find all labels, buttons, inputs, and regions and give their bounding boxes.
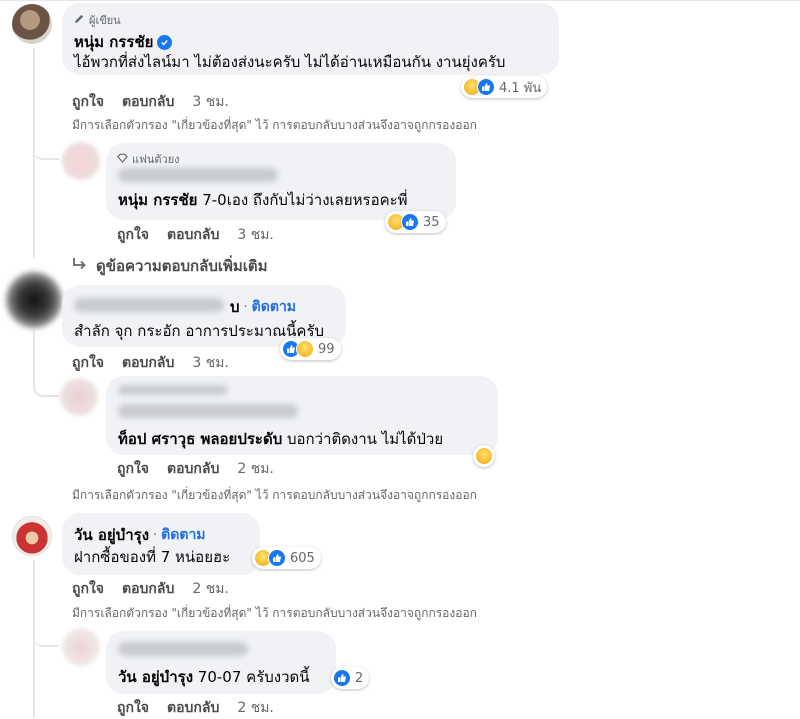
- separator-dot: ·: [243, 299, 248, 315]
- comment-text-body: 7-0เอง ถึงกับไม่ว่างเลยหรอคะพี่: [197, 191, 408, 209]
- filter-note: มีการเลือกตัวกรอง "เกี่ยวข้องที่สุด" ไว้…: [72, 488, 477, 502]
- comment-actions: ถูกใจ ตอบกลับ 3 ชม.: [72, 352, 247, 374]
- reply-button[interactable]: ตอบกลับ: [167, 224, 219, 246]
- view-more-label[interactable]: ดูข้อความตอบกลับเพิ่มเติม: [96, 254, 268, 278]
- commenter-name[interactable]: บ · ติดตาม: [230, 295, 296, 319]
- comment-text-body: 70-07 ครับงวดนี้: [193, 668, 310, 686]
- avatar-commenter[interactable]: [62, 628, 100, 666]
- comment-text: ท็อป ศราวุธ พลอยประดับ บอกว่าติดงาน ไม่ไ…: [118, 427, 443, 451]
- commenter-name-text[interactable]: บ: [230, 295, 240, 319]
- comment-actions: ถูกใจ ตอบกลับ 2 ชม.: [117, 458, 292, 480]
- comment-text: หนุ่ม กรรชัย 7-0เอง ถึงกับไม่ว่างเลยหรอค…: [118, 188, 408, 212]
- diamond-icon: [117, 153, 128, 166]
- like-button[interactable]: ถูกใจ: [72, 578, 104, 600]
- reply-arrow-icon: [72, 257, 88, 275]
- reply-button[interactable]: ตอบกลับ: [122, 352, 174, 374]
- avatar-commenter[interactable]: [12, 516, 52, 556]
- reply-button[interactable]: ตอบกลับ: [167, 697, 219, 719]
- commenter-name-text[interactable]: วัน อยู่บำรุง: [74, 523, 149, 547]
- comment-text-body: บอกว่าติดงาน ไม่ได้ป่วย: [282, 430, 444, 448]
- reaction-summary[interactable]: 35: [385, 211, 446, 233]
- mention-link[interactable]: วัน อยู่บำรุง: [118, 668, 193, 686]
- view-more-replies-button[interactable]: ดูข้อความตอบกลับเพิ่มเติม: [72, 254, 268, 278]
- thread-hook: [33, 625, 59, 647]
- like-reaction-icon: [477, 78, 495, 96]
- avatar-commenter[interactable]: [60, 378, 98, 416]
- comment-actions: ถูกใจ ตอบกลับ 2 ชม.: [72, 578, 247, 600]
- comment-actions: ถูกใจ ตอบกลับ 3 ชม.: [117, 224, 292, 246]
- fan-badge: แฟนตัวยง: [117, 150, 180, 168]
- timestamp[interactable]: 3 ชม.: [237, 224, 274, 246]
- redacted-name: [118, 385, 228, 395]
- mention-link[interactable]: ท็อป ศราวุธ พลอยประดับ: [118, 430, 282, 448]
- redacted-name: [118, 168, 278, 182]
- reaction-summary[interactable]: [473, 445, 495, 467]
- verified-badge-icon: [157, 34, 173, 50]
- commenter-name[interactable]: วัน อยู่บำรุง · ติดตาม: [74, 523, 206, 547]
- reaction-summary[interactable]: 605: [252, 547, 321, 569]
- separator-dot: ·: [153, 527, 158, 543]
- reaction-count: 2: [355, 670, 364, 686]
- reaction-summary[interactable]: 4.1 พัน: [461, 76, 548, 98]
- reply-button[interactable]: ตอบกลับ: [122, 91, 174, 113]
- reaction-summary[interactable]: 99: [280, 338, 341, 360]
- reaction-count: 4.1 พัน: [499, 80, 542, 96]
- reply-button[interactable]: ตอบกลับ: [122, 578, 174, 600]
- comment-text: ไอ้พวกที่ส่งไลน์มา ไม่ต้องส่งนะครับ ไม่ไ…: [74, 53, 506, 71]
- follow-link[interactable]: ติดตาม: [252, 296, 296, 318]
- badge-label: แฟนตัวยง: [132, 153, 180, 166]
- timestamp[interactable]: 2 ชม.: [192, 578, 229, 600]
- reaction-summary[interactable]: 2: [331, 667, 370, 689]
- reaction-count: 99: [318, 341, 335, 357]
- thread-hook: [33, 375, 59, 397]
- haha-reaction-icon: [296, 340, 314, 358]
- filter-note: มีการเลือกตัวกรอง "เกี่ยวข้องที่สุด" ไว้…: [72, 606, 477, 620]
- like-reaction-icon: [268, 549, 286, 567]
- like-button[interactable]: ถูกใจ: [72, 352, 104, 374]
- like-button[interactable]: ถูกใจ: [72, 91, 104, 113]
- comment-text: วัน อยู่บำรุง 70-07 ครับงวดนี้: [118, 665, 310, 689]
- author-badge: ผู้เขียน: [74, 11, 121, 29]
- comment-actions: ถูกใจ ตอบกลับ 3 ชม.: [72, 91, 247, 113]
- comment-actions: ถูกใจ ตอบกลับ 2 ชม.: [117, 697, 292, 719]
- avatar-author[interactable]: [12, 4, 52, 44]
- like-reaction-icon: [333, 669, 351, 687]
- like-reaction-icon: [401, 213, 419, 231]
- reaction-count: 605: [290, 550, 315, 566]
- like-button[interactable]: ถูกใจ: [117, 224, 149, 246]
- timestamp[interactable]: 2 ชม.: [237, 458, 274, 480]
- top-divider: [0, 0, 800, 1]
- pencil-icon: [74, 13, 85, 27]
- haha-reaction-icon: [475, 447, 493, 465]
- redacted-name: [118, 404, 298, 418]
- timestamp[interactable]: 3 ชม.: [192, 352, 229, 374]
- reaction-count: 35: [423, 214, 440, 230]
- thread-line: [33, 330, 35, 380]
- redacted-name: [118, 642, 248, 656]
- avatar-fan[interactable]: [62, 142, 100, 180]
- avatar-commenter[interactable]: [6, 272, 62, 328]
- timestamp[interactable]: 3 ชม.: [192, 91, 229, 113]
- comment-text: ฝากซื้อของที่ 7 หน่อยฮะ: [74, 548, 231, 566]
- badge-label: ผู้เขียน: [89, 14, 121, 27]
- filter-note: มีการเลือกตัวกรอง "เกี่ยวข้องที่สุด" ไว้…: [72, 118, 477, 132]
- thread-hook: [33, 130, 59, 160]
- like-button[interactable]: ถูกใจ: [117, 697, 149, 719]
- like-button[interactable]: ถูกใจ: [117, 458, 149, 480]
- timestamp[interactable]: 2 ชม.: [237, 697, 274, 719]
- follow-link[interactable]: ติดตาม: [161, 524, 205, 546]
- reply-button[interactable]: ตอบกลับ: [167, 458, 219, 480]
- mention-link[interactable]: หนุ่ม กรรชัย: [118, 191, 197, 209]
- redacted-name: [74, 298, 224, 312]
